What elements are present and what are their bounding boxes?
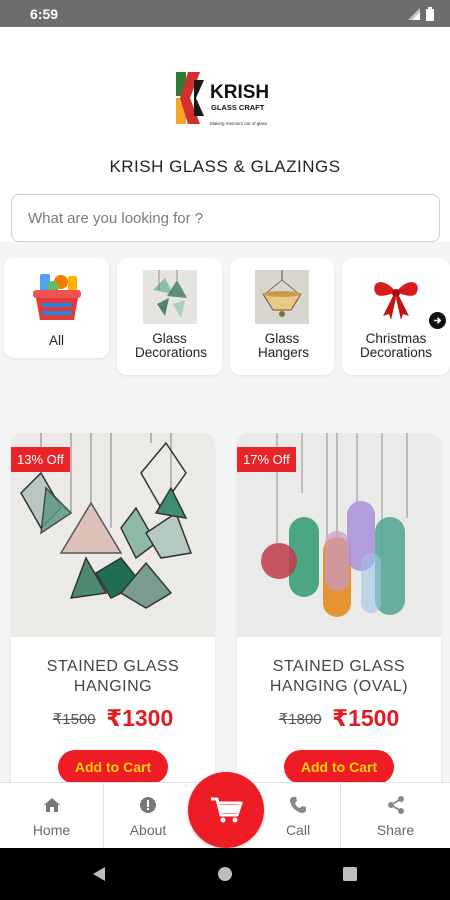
- nav-label: About: [129, 822, 167, 838]
- logo-text: KRISH: [210, 82, 269, 103]
- cart-button[interactable]: [188, 772, 264, 848]
- category-glass-hangers[interactable]: Glass Hangers: [230, 258, 334, 375]
- sale-price: ₹1500: [332, 705, 400, 731]
- product-name: STAINED GLASS HANGING: [46, 658, 180, 695]
- search-input[interactable]: [11, 194, 440, 242]
- recents-icon[interactable]: [342, 866, 358, 882]
- phone-icon: [290, 797, 306, 813]
- logo-tagline: Making memoirs out of glass: [210, 121, 268, 126]
- nav-share[interactable]: Share: [341, 783, 450, 849]
- nav-label: Home: [32, 822, 71, 838]
- nav-label: Call: [285, 822, 311, 838]
- app-screen: 6:59 KRISH GLASS CRAFT Making memoirs ou…: [0, 0, 450, 900]
- basket-icon: [32, 274, 81, 320]
- status-bar: 6:59: [0, 0, 450, 27]
- christmas-bow-image: [369, 270, 423, 324]
- add-to-cart-button[interactable]: Add to Cart: [58, 750, 168, 784]
- home-icon: [43, 798, 60, 812]
- back-icon[interactable]: [91, 866, 107, 882]
- original-price: ₹1800: [278, 710, 322, 728]
- category-label: All: [48, 333, 64, 348]
- category-all[interactable]: All: [4, 258, 109, 358]
- category-label: Glass Decorations: [135, 331, 208, 360]
- nav-home[interactable]: Home: [0, 783, 103, 849]
- battery-icon: [426, 6, 434, 21]
- category-glass-decorations[interactable]: Glass Decorations: [117, 258, 222, 375]
- original-price: ₹1500: [52, 710, 96, 728]
- category-carousel: All Glass Decorations Glass Hangers Chri…: [0, 256, 450, 376]
- add-to-cart-button[interactable]: Add to Cart: [284, 750, 394, 784]
- system-nav-bar: [0, 848, 450, 900]
- glass-hanger-image: [255, 270, 309, 324]
- glass-decoration-image: [142, 270, 197, 324]
- cart-icon: [211, 797, 243, 823]
- status-time: 6:59: [30, 5, 59, 22]
- category-label: Christmas Decorations: [359, 331, 433, 360]
- sale-price: ₹1300: [106, 705, 174, 731]
- product-name: STAINED GLASS HANGING (OVAL): [269, 658, 409, 695]
- signal-icon: [408, 7, 420, 20]
- product-card[interactable]: 13% Off STAINED GLASS HANGING ₹1500 ₹130…: [11, 433, 215, 793]
- status-icons: [408, 6, 434, 21]
- nav-label: Share: [376, 822, 415, 838]
- share-icon: [387, 796, 404, 814]
- product-prices: ₹1800 ₹1500: [237, 705, 441, 732]
- carousel-next-button[interactable]: [429, 312, 446, 329]
- nav-about[interactable]: About: [104, 783, 192, 849]
- store-title: KRISH GLASS & GLAZINGS: [109, 157, 341, 176]
- brand-logo: KRISH GLASS CRAFT Making memoirs out of …: [176, 72, 269, 126]
- product-prices: ₹1500 ₹1300: [11, 705, 215, 732]
- logo-subtext: GLASS CRAFT: [211, 103, 265, 112]
- category-label: Glass Hangers: [258, 331, 310, 360]
- home-circle-icon[interactable]: [217, 866, 233, 882]
- discount-badge: 13% Off: [11, 447, 70, 472]
- info-icon: [140, 797, 156, 813]
- discount-badge: 17% Off: [237, 447, 296, 472]
- product-card[interactable]: 17% Off STAINED GLASS HANGING (OVAL) ₹18…: [237, 433, 441, 793]
- nav-call[interactable]: Call: [256, 783, 340, 849]
- chevron-right-icon: [433, 317, 442, 324]
